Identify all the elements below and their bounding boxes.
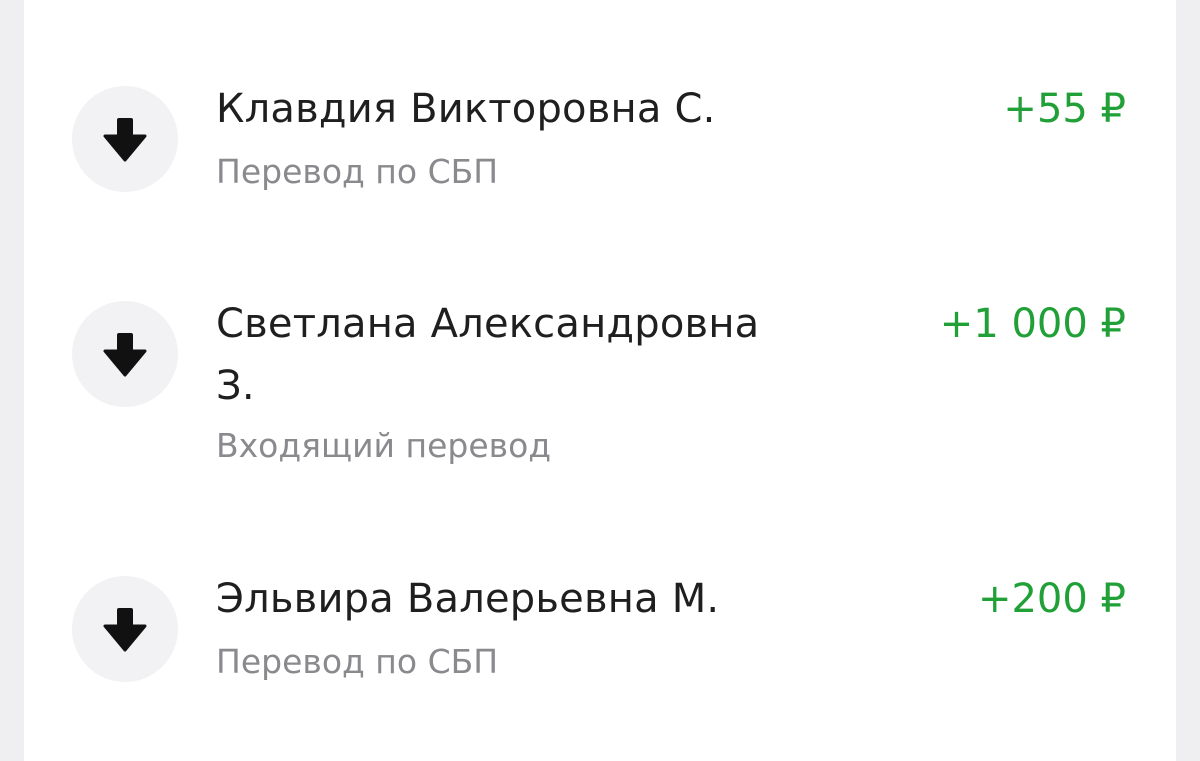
arrow-down-icon: [103, 333, 147, 377]
transaction-sender-name: Светлана Александровна З.: [216, 301, 760, 409]
arrow-down-icon: [103, 608, 147, 652]
transaction-amount: +1 000 ₽: [939, 301, 1126, 347]
transaction-item[interactable]: Клавдия Викторовна С. Перевод по СБП +55…: [24, 0, 1176, 230]
transaction-amount: +200 ₽: [977, 576, 1126, 622]
transactions-panel: Клавдия Викторовна С. Перевод по СБП +55…: [24, 0, 1176, 761]
transaction-type: Перевод по СБП: [216, 152, 499, 191]
transaction-sender-name: Клавдия Викторовна С.: [216, 86, 716, 132]
transaction-amount: +55 ₽: [1003, 86, 1126, 132]
transaction-sender-name: Эльвира Валерьевна М.: [216, 576, 720, 622]
arrow-down-icon: [103, 118, 147, 162]
transaction-item[interactable]: Эльвира Валерьевна М. Перевод по СБП +20…: [24, 530, 1176, 761]
transaction-type: Входящий перевод: [216, 426, 552, 465]
incoming-transfer-icon-circle: [72, 301, 178, 407]
incoming-transfer-icon-circle: [72, 576, 178, 682]
incoming-transfer-icon-circle: [72, 86, 178, 192]
transaction-type: Перевод по СБП: [216, 642, 499, 681]
transaction-item[interactable]: Светлана Александровна З. Входящий перев…: [24, 230, 1176, 530]
